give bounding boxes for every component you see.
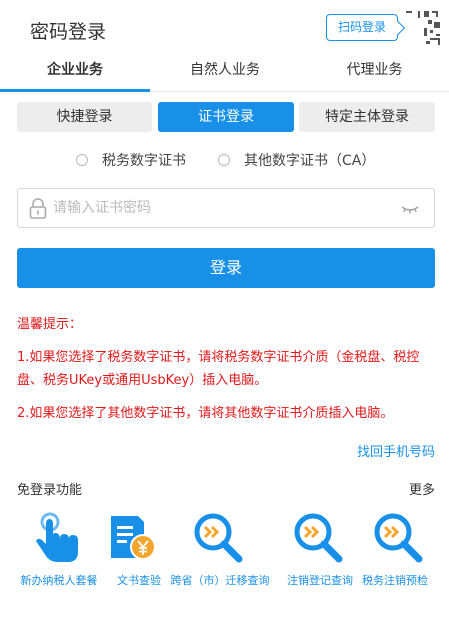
search-arrows-icon — [194, 513, 243, 563]
radio-label: 其他数字证书（CA） — [244, 153, 376, 169]
radio-circle[interactable] — [218, 154, 230, 166]
header: 密码登录 扫码登录 — [0, 0, 449, 60]
business-tabs: 企业业务 自然人业务 代理业务 — [0, 56, 449, 92]
search-arrows-icon — [374, 513, 423, 563]
search-arrows-icon — [294, 513, 343, 563]
tab-quick-login[interactable]: 快捷登录 — [17, 102, 152, 132]
recover-phone-link[interactable]: 找回手机号码 — [357, 441, 435, 460]
quick-item-label: 税务注销预检 — [362, 574, 428, 587]
quick-item-migration-query[interactable]: 跨省（市）迁移查询 — [171, 512, 270, 592]
password-field — [17, 188, 435, 228]
tab-individual[interactable]: 自然人业务 — [150, 56, 300, 92]
quick-access-title: 免登录功能 — [17, 483, 83, 498]
password-input[interactable] — [53, 194, 393, 222]
tab-specific-login[interactable]: 特定主体登录 — [299, 102, 435, 132]
lock-icon — [29, 198, 47, 219]
radio-other-cert[interactable]: 其他数字证书（CA） — [218, 150, 375, 170]
quick-item-deregistration-precheck[interactable]: 税务注销预检 — [355, 512, 445, 592]
tip-line-1: 1.如果您选择了税务数字证书，请将税务数字证书介质（金税盘、税控盘、税务UKey… — [17, 350, 420, 388]
eye-closed-icon[interactable] — [400, 202, 420, 216]
tips-title: 温馨提示： — [17, 317, 83, 332]
qr-login-button[interactable]: 扫码登录 — [326, 14, 398, 41]
tab-enterprise[interactable]: 企业业务 — [0, 56, 150, 92]
cert-type-options: 税务数字证书 其他数字证书（CA） — [0, 150, 449, 170]
document-yen-icon — [111, 516, 156, 560]
tab-agent[interactable]: 代理业务 — [300, 56, 449, 92]
page-title: 密码登录 — [30, 21, 107, 43]
login-method-tabs: 快捷登录 证书登录 特定主体登录 — [17, 102, 435, 132]
radio-circle[interactable] — [76, 154, 88, 166]
more-link[interactable]: 更多 — [409, 479, 435, 498]
tab-cert-login[interactable]: 证书登录 — [158, 102, 294, 132]
hand-tap-icon — [36, 512, 78, 562]
active-tab-indicator — [0, 89, 150, 92]
radio-label: 税务数字证书 — [102, 153, 186, 169]
qr-code-icon[interactable] — [404, 8, 444, 48]
login-button[interactable]: 登录 — [17, 248, 435, 288]
radio-tax-cert[interactable]: 税务数字证书 — [76, 150, 186, 170]
tip-line-2: 2.如果您选择了其他数字证书，请将其他数字证书介质插入电脑。 — [17, 406, 394, 421]
